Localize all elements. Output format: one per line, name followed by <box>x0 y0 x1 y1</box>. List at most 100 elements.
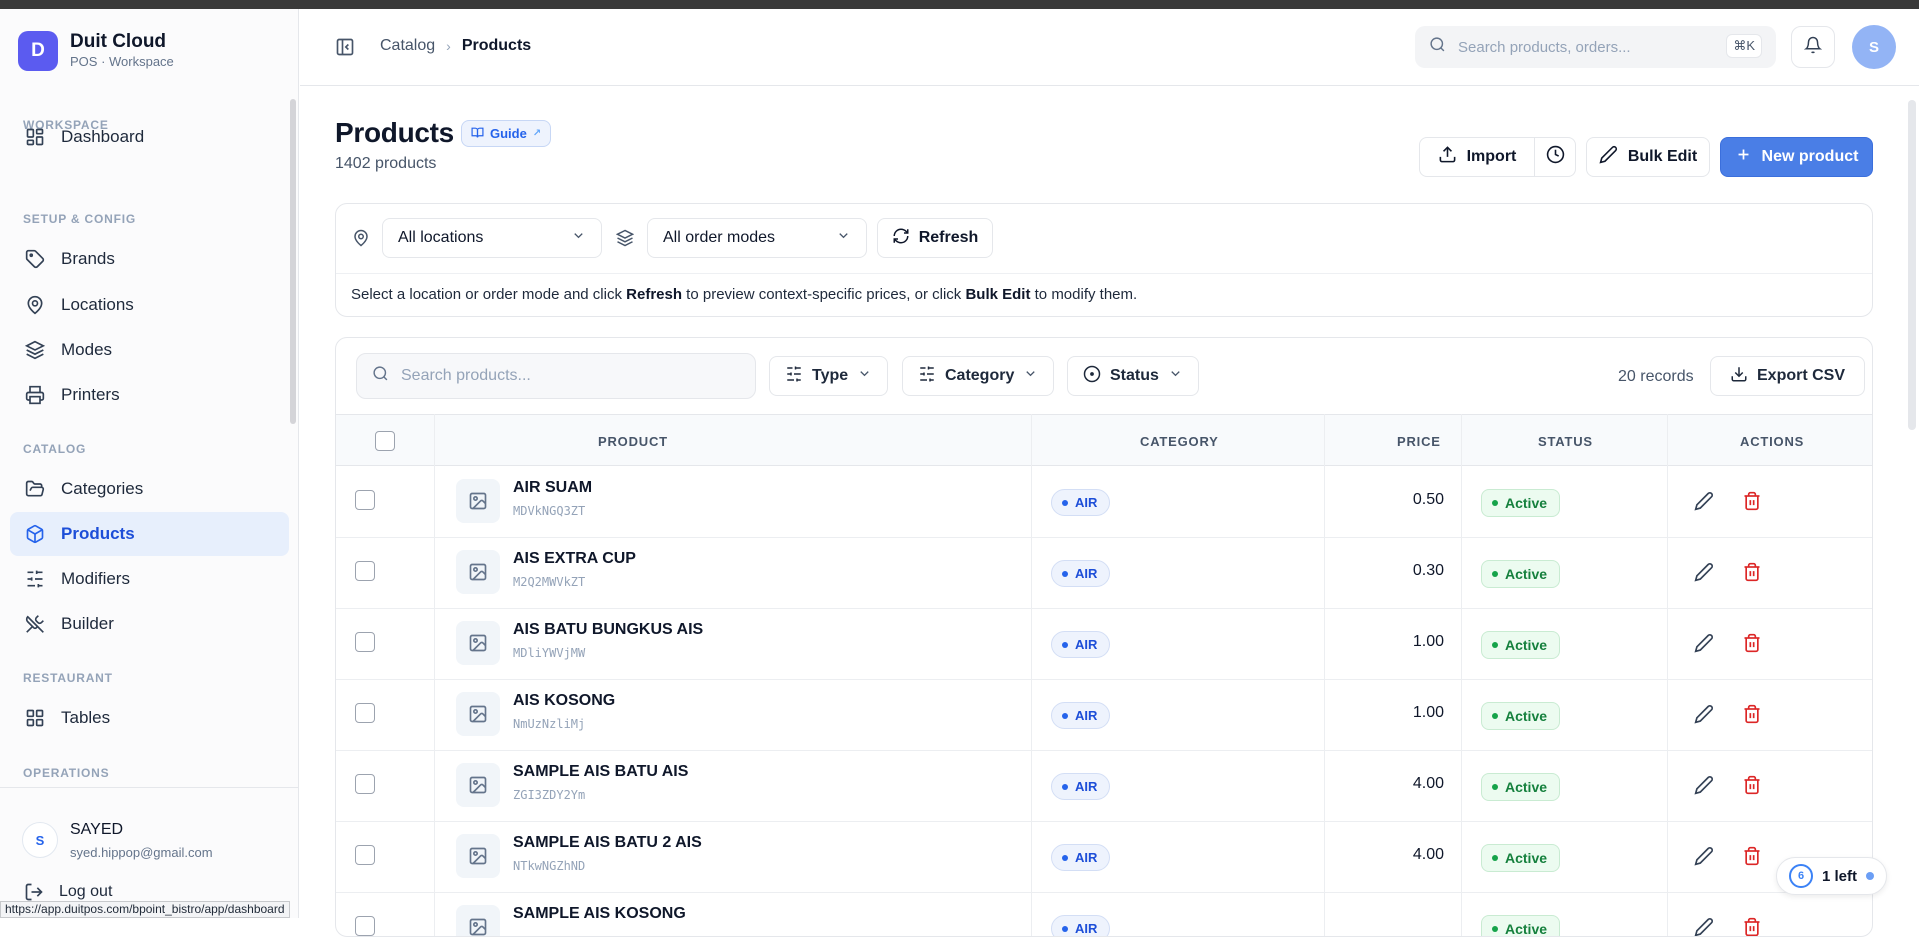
logout-button[interactable]: Log out <box>24 882 112 902</box>
row-checkbox[interactable] <box>355 845 375 865</box>
product-price: 4.00 <box>1412 775 1444 792</box>
table-row[interactable]: SAMPLE AIS KOSONG AIR Active <box>336 893 1872 936</box>
product-sku: ZGI3ZDY2Ym <box>513 788 586 802</box>
sidebar-item-modes[interactable]: Modes <box>10 328 289 372</box>
product-name[interactable]: AIS BATU BUNGKUS AIS <box>513 621 703 639</box>
status-badge: Active <box>1481 560 1561 588</box>
brand[interactable]: D Duit Cloud POS · Workspace <box>18 31 174 71</box>
sidebar-item-tables[interactable]: Tables <box>10 696 289 740</box>
product-name[interactable]: SAMPLE AIS BATU AIS <box>513 763 688 781</box>
order-mode-select[interactable]: All order modes <box>647 218 867 258</box>
product-price: 1.00 <box>1412 633 1444 650</box>
status-filter-button[interactable]: Status <box>1067 356 1199 396</box>
image-placeholder-icon <box>456 692 500 736</box>
trash-icon[interactable] <box>1742 846 1762 871</box>
status-badge: Active <box>1481 915 1561 936</box>
table-row[interactable]: AIS BATU BUNGKUS AIS MDliYWVjMW AIR 1.00 Act… <box>336 609 1872 680</box>
row-checkbox[interactable] <box>355 632 375 652</box>
table-row[interactable]: SAMPLE AIS BATU AIS ZGI3ZDY2Ym AIR 4.00 Acti… <box>336 751 1872 822</box>
edit-icon[interactable] <box>1694 491 1714 516</box>
nav-section-restaurant: RESTAURANT <box>23 671 113 685</box>
product-name[interactable]: SAMPLE AIS BATU 2 AIS <box>513 834 702 852</box>
category-badge: AIR <box>1051 915 1111 936</box>
image-placeholder-icon <box>456 621 500 665</box>
table-row[interactable]: AIS KOSONG NmUzNzliMj AIR 1.00 Active <box>336 680 1872 751</box>
notifications-button[interactable] <box>1791 26 1835 68</box>
sidebar-item-builder[interactable]: Builder <box>10 602 289 646</box>
trash-icon[interactable] <box>1742 633 1762 658</box>
breadcrumb-catalog[interactable]: Catalog <box>380 37 435 55</box>
trash-icon[interactable] <box>1742 562 1762 587</box>
sidebar-item-brands[interactable]: Brands <box>10 237 289 281</box>
sidebar-item-label: Tables <box>61 708 111 727</box>
edit-icon[interactable] <box>1694 562 1714 587</box>
map-pin-icon <box>24 294 46 316</box>
sidebar-item-printers[interactable]: Printers <box>10 373 289 417</box>
user-avatar[interactable]: S <box>22 822 58 858</box>
image-placeholder-icon <box>456 905 500 936</box>
trash-icon[interactable] <box>1742 775 1762 800</box>
select-all-checkbox[interactable] <box>375 415 395 467</box>
bulk-edit-button[interactable]: Bulk Edit <box>1586 137 1710 177</box>
table-row[interactable]: AIS EXTRA CUP M2Q2MWVkZT AIR 0.30 Active <box>336 538 1872 609</box>
column-product[interactable]: PRODUCT <box>598 415 668 467</box>
user-email: syed.hippop@gmail.com <box>70 845 213 860</box>
row-checkbox[interactable] <box>355 561 375 581</box>
user-avatar-button[interactable]: S <box>1852 25 1896 69</box>
product-count: 1402 products <box>335 155 437 172</box>
sidebar-item-locations[interactable]: Locations <box>10 283 289 327</box>
guide-button[interactable]: Guide ↗ <box>461 120 552 147</box>
image-placeholder-icon <box>456 479 500 523</box>
edit-icon[interactable] <box>1694 704 1714 729</box>
progress-ring: 6 <box>1789 864 1813 888</box>
new-product-button[interactable]: New product <box>1720 137 1873 177</box>
edit-icon[interactable] <box>1694 846 1714 871</box>
edit-icon[interactable] <box>1694 917 1714 936</box>
sidebar-item-modifiers[interactable]: Modifiers <box>10 557 289 601</box>
trash-icon[interactable] <box>1742 491 1762 516</box>
status-badge: Active <box>1481 489 1561 517</box>
trash-icon[interactable] <box>1742 704 1762 729</box>
row-checkbox[interactable] <box>355 703 375 723</box>
import-history-button[interactable] <box>1534 137 1576 177</box>
category-filter-button[interactable]: Category <box>902 356 1055 396</box>
product-name[interactable]: AIR SUAM <box>513 479 592 497</box>
sidebar-scrollbar[interactable] <box>290 99 296 424</box>
type-filter-button[interactable]: Type <box>769 356 889 396</box>
category-filter-label: Category <box>945 367 1015 384</box>
location-select[interactable]: All locations <box>382 218 602 258</box>
upload-icon <box>1438 145 1457 169</box>
sidebar-toggle-icon[interactable] <box>335 37 355 62</box>
export-csv-button[interactable]: Export CSV <box>1710 356 1866 396</box>
main-scrollbar[interactable] <box>1908 100 1916 430</box>
column-status[interactable]: STATUS <box>1538 415 1593 467</box>
sidebar-item-dashboard[interactable]: Dashboard <box>10 115 289 159</box>
row-checkbox[interactable] <box>355 774 375 794</box>
trash-icon[interactable] <box>1742 917 1762 936</box>
import-button[interactable]: Import <box>1419 137 1535 177</box>
onboarding-progress-pill[interactable]: 6 1 left <box>1776 857 1888 895</box>
edit-icon[interactable] <box>1694 633 1714 658</box>
global-search-input[interactable]: Search products, orders... ⌘K <box>1415 26 1776 68</box>
row-checkbox[interactable] <box>355 916 375 936</box>
layers-icon <box>24 339 46 361</box>
product-sku: M2Q2MWVkZT <box>513 575 586 589</box>
refresh-button[interactable]: Refresh <box>877 218 993 258</box>
search-icon <box>1429 36 1446 58</box>
category-badge: AIR <box>1051 702 1111 729</box>
product-name[interactable]: SAMPLE AIS KOSONG <box>513 905 686 923</box>
edit-icon[interactable] <box>1694 775 1714 800</box>
product-search-input[interactable]: Search products... <box>356 353 756 399</box>
sidebar-item-categories[interactable]: Categories <box>10 467 289 511</box>
table-row[interactable]: SAMPLE AIS BATU 2 AIS NTkwNGZhND AIR 4.00 Ac… <box>336 822 1872 893</box>
column-price[interactable]: PRICE <box>1397 415 1441 467</box>
location-select-value: All locations <box>398 229 484 246</box>
table-row[interactable]: AIR SUAM MDVkNGQ3ZT AIR 0.50 Active <box>336 467 1872 538</box>
products-table-card: Search products... Type Category Status … <box>335 337 1873 937</box>
product-name[interactable]: AIS KOSONG <box>513 692 615 710</box>
sidebar-item-label: Brands <box>61 249 115 268</box>
product-name[interactable]: AIS EXTRA CUP <box>513 550 636 568</box>
row-checkbox[interactable] <box>355 490 375 510</box>
sidebar-item-products[interactable]: Products <box>10 512 289 556</box>
column-category[interactable]: CATEGORY <box>1140 415 1219 467</box>
